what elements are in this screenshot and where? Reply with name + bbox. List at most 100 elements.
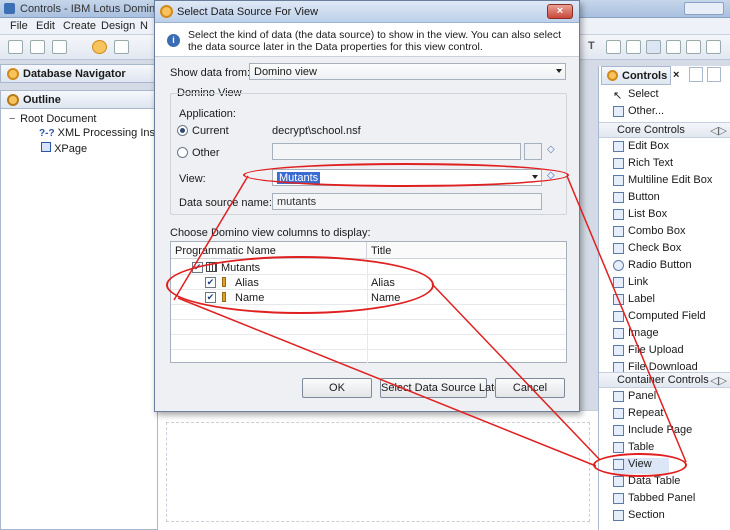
- container-controls-header[interactable]: Container Controls ◁▷: [599, 372, 730, 388]
- outline-header[interactable]: Outline: [0, 90, 158, 109]
- menu-edit[interactable]: Edit: [36, 20, 55, 32]
- section-icon: [613, 510, 624, 521]
- palette-combo-box[interactable]: Combo Box: [613, 225, 685, 241]
- show-data-from-label: Show data from:: [170, 67, 251, 79]
- data-source-name-label: Data source name:: [179, 197, 272, 209]
- palette-multiline-edit-box[interactable]: Multiline Edit Box: [613, 174, 712, 190]
- select-data-source-dialog: Select Data Source For View × i Select t…: [154, 0, 580, 412]
- palette-image[interactable]: Image: [613, 327, 659, 343]
- database-navigator-header[interactable]: Database Navigator: [0, 64, 158, 83]
- repeat-icon: [613, 408, 624, 419]
- core-controls-header[interactable]: Core Controls ◁▷: [599, 122, 730, 138]
- database-navigator-panel: Database Navigator: [0, 64, 158, 86]
- palette-repeat[interactable]: Repeat: [613, 407, 663, 423]
- show-data-from-select[interactable]: Domino view: [249, 63, 566, 80]
- palette-rich-text[interactable]: Rich Text: [613, 157, 673, 173]
- new-icon[interactable]: [8, 40, 23, 54]
- palette-select[interactable]: ↖ Select: [613, 88, 659, 104]
- palette-radio-button[interactable]: Radio Button: [613, 259, 692, 275]
- palette-link[interactable]: Link: [613, 276, 648, 292]
- tree-item-root[interactable]: − Root Document: [9, 113, 97, 125]
- align-left-icon[interactable]: [626, 40, 641, 54]
- minimize-icon[interactable]: [707, 67, 721, 82]
- palette-check-box[interactable]: Check Box: [613, 242, 681, 258]
- tree-root-label: Root Document: [20, 113, 97, 125]
- palette-list-box[interactable]: List Box: [613, 208, 667, 224]
- palette-label[interactable]: Label: [613, 293, 655, 309]
- palette-tabbed-panel[interactable]: Tabbed Panel: [613, 492, 695, 508]
- radio-button-icon: [613, 260, 624, 271]
- save-icon[interactable]: [52, 40, 67, 54]
- diamond-icon: ◇: [547, 144, 555, 155]
- palette-edit-box[interactable]: Edit Box: [613, 140, 669, 156]
- cancel-button[interactable]: Cancel: [495, 378, 565, 398]
- palette-section[interactable]: Section: [613, 509, 665, 525]
- align-center-icon[interactable]: [646, 40, 661, 54]
- database-icon[interactable]: [92, 40, 107, 54]
- table-icon: [613, 442, 624, 453]
- current-label: Current: [192, 125, 229, 137]
- column-header-title[interactable]: Title: [367, 242, 566, 259]
- text-icon[interactable]: T: [588, 40, 595, 52]
- current-radio[interactable]: [177, 125, 188, 136]
- palette-other[interactable]: Other...: [613, 105, 664, 121]
- controls-title: Controls: [622, 70, 668, 82]
- preview-icon[interactable]: [114, 40, 129, 54]
- button-icon: [613, 192, 624, 203]
- annotation-ellipse-view: [243, 163, 569, 187]
- browse-folder-icon[interactable]: [524, 143, 542, 160]
- justify-icon[interactable]: [686, 40, 701, 54]
- bold-icon[interactable]: [606, 40, 621, 54]
- data-source-name-field[interactable]: mutants: [272, 193, 542, 210]
- palette-button[interactable]: Button: [613, 191, 660, 207]
- xml-icon: ?-?: [39, 128, 55, 139]
- label-icon: [613, 294, 624, 305]
- combo-box-icon: [613, 226, 624, 237]
- outline-title: Outline: [23, 94, 61, 106]
- other-database-field[interactable]: [272, 143, 521, 160]
- choose-columns-label: Choose Domino view columns to display:: [170, 227, 371, 239]
- image-icon: [613, 328, 624, 339]
- view-menu-icon[interactable]: [689, 67, 703, 82]
- outline-icon: [7, 94, 19, 106]
- select-later-button[interactable]: Select Data Source Later: [380, 378, 504, 398]
- align-right-icon[interactable]: [666, 40, 681, 54]
- ok-button[interactable]: OK: [302, 378, 372, 398]
- database-navigator-title: Database Navigator: [23, 68, 126, 80]
- view-label: View:: [179, 173, 206, 185]
- menu-design[interactable]: Design: [101, 20, 135, 32]
- file-upload-icon: [613, 345, 624, 356]
- list-icon[interactable]: [706, 40, 721, 54]
- check-box-icon: [613, 243, 624, 254]
- chevron-down-icon: [556, 69, 562, 73]
- outline-panel: Outline − Root Document ?-? XML Processi…: [0, 90, 173, 530]
- controls-tab[interactable]: Controls: [601, 66, 671, 85]
- info-icon: i: [167, 34, 180, 47]
- list-box-icon: [613, 209, 624, 220]
- palette-panel[interactable]: Panel: [613, 390, 656, 406]
- info-banner: i Select the kind of data (the data sour…: [155, 23, 579, 57]
- palette-include-page[interactable]: Include Page: [613, 424, 692, 440]
- tree-item-xpage[interactable]: XPage: [41, 142, 87, 155]
- palette-data-table[interactable]: Data Table: [613, 475, 680, 491]
- dialog-close-button[interactable]: ×: [547, 4, 573, 19]
- window-title: Controls - IBM Lotus Domino D: [20, 3, 173, 15]
- menu-file[interactable]: File: [10, 20, 28, 32]
- palette-computed-field[interactable]: Computed Field: [613, 310, 706, 326]
- open-icon[interactable]: [30, 40, 45, 54]
- menu-navigate[interactable]: N: [140, 20, 148, 32]
- link-icon: [613, 277, 624, 288]
- palette-file-upload[interactable]: File Upload: [613, 344, 684, 360]
- annotation-ellipse-columns: [166, 256, 434, 314]
- data-table-icon: [613, 476, 624, 487]
- window-controls[interactable]: [684, 2, 724, 15]
- menu-create[interactable]: Create: [63, 20, 96, 32]
- tabbed-panel-icon: [613, 493, 624, 504]
- multiline-icon: [613, 175, 624, 186]
- close-icon[interactable]: ×: [673, 69, 679, 81]
- controls-icon: [607, 70, 618, 81]
- application-label: Application:: [179, 108, 236, 120]
- other-radio[interactable]: [177, 147, 188, 158]
- xpage-icon: [41, 142, 51, 152]
- editor-area[interactable]: [158, 410, 598, 530]
